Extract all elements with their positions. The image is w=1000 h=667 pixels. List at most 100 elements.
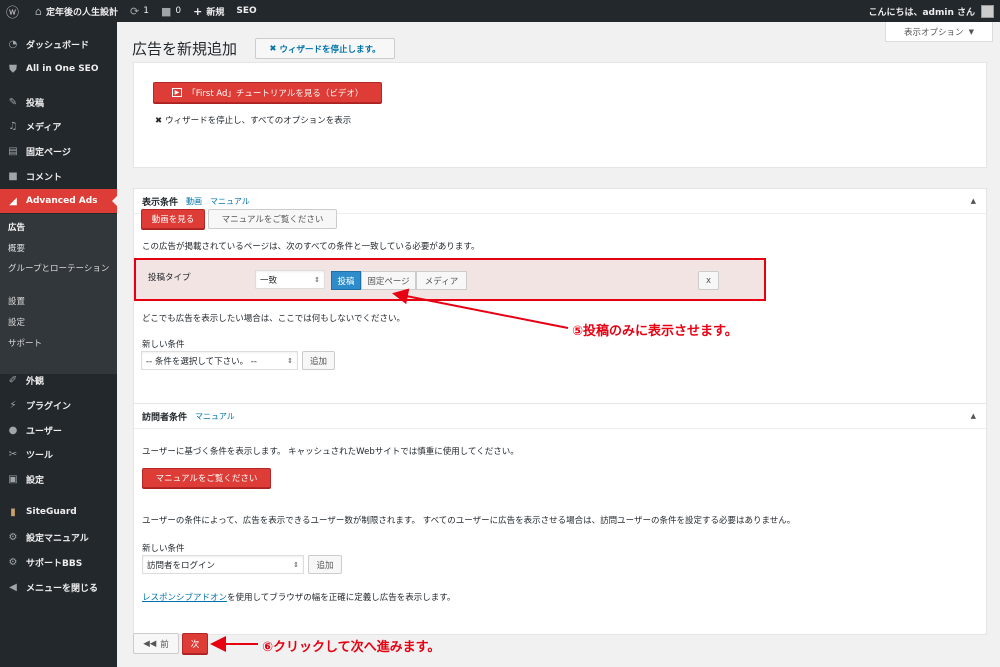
annotation-6: ⑥クリックして次へ進みます。 [262, 640, 441, 655]
stop-wizard-link[interactable]: ✖ ウィザードを停止し、すべてのオプションを表示 [155, 114, 351, 126]
comment-icon: ■ [8, 170, 18, 182]
advanced-ads-submenu: 広告 概要 グループとローテーション 設置 設定 サポート [0, 214, 117, 374]
prev-button[interactable]: ◀◀ 前 [133, 633, 179, 654]
visitor-add-button[interactable]: 追加 [308, 555, 342, 574]
sidebar-item-siteguard[interactable]: ▮ SiteGuard [0, 500, 117, 524]
sidebar-item-dashboard[interactable]: ◔ ダッシュボード [0, 32, 117, 56]
plus-icon: + [193, 4, 203, 18]
admin-bar: ⓦ ⌂ 定年後の人生設計 ⟳ 1 ■ 0 + 新規 SEO こんにちは、admin さん [0, 0, 1000, 22]
prev-arrow-icon: ◀◀ [143, 638, 157, 649]
stop-wizard-button[interactable]: ✖ ウィザードを停止します。 [255, 38, 395, 59]
avatar [981, 4, 994, 18]
manual-link[interactable]: マニュアル [210, 196, 250, 207]
annotation-5: ⑤投稿のみに表示させます。 [572, 324, 738, 339]
video-icon: ▶ [171, 88, 183, 97]
collapse-icon: ◀ [9, 581, 17, 593]
brush-icon: ✐ [8, 374, 18, 386]
siteguard-icon: ▮ [10, 506, 16, 518]
new-condition-select[interactable]: -- 条件を選択して下さい。 -- ⇕ [141, 351, 298, 370]
select-arrows-icon: ⇕ [287, 356, 293, 365]
addon-text: レスポンシブアドオンを使用してブラウザの幅を正確に定義し広告を表示します。 [142, 593, 456, 603]
page-icon: ▤ [8, 145, 18, 157]
comment-icon: ■ [160, 4, 172, 18]
select-arrows-icon: ⇕ [314, 275, 320, 284]
submenu-item-settings[interactable]: 設定 [8, 317, 113, 329]
visitor-description: ユーザーに基づく条件を表示します。 キャッシュされたWebサイトでは慎重に使用し… [142, 447, 519, 457]
toggle-up-icon[interactable]: ▲ [971, 412, 976, 420]
visitor-condition-select[interactable]: 訪問者をログイン ⇕ [142, 555, 304, 574]
visitor-conditions-box: 訪問者条件 マニュアル ▲ ユーザーに基づく条件を表示します。 キャッシュされたWe… [133, 403, 987, 635]
visitor-note: ユーザーの条件によって、広告を表示できるユーザー数が制限されます。 すべてのユー… [142, 516, 796, 526]
condition-type-label: 投稿タイプ [148, 273, 191, 283]
seo-link[interactable]: SEO [230, 0, 262, 22]
main-content: 表示オプション ▼ 広告を新規追加 ✖ ウィザードを停止します。 ▶ 「First A… [117, 22, 1000, 667]
close-icon: ✖ [269, 43, 277, 54]
display-description: この広告が掲載されているページは、次のすべての条件と一致している必要があります。 [142, 242, 480, 252]
sidebar-item-pages[interactable]: ▤ 固定ページ [0, 139, 117, 163]
wrench-icon: ✂ [8, 448, 18, 460]
sidebar-item-tools[interactable]: ✂ ツール [0, 442, 117, 466]
media-icon: ♫ [8, 120, 18, 132]
sidebar-item-advanced-ads[interactable]: ◢ Advanced Ads [0, 189, 117, 213]
visitor-manual-link[interactable]: マニュアル [195, 411, 235, 422]
select-arrows-icon: ⇕ [293, 560, 299, 569]
new-content-link[interactable]: + 新規 [187, 0, 230, 22]
plugin-icon: ⚡ [9, 399, 17, 411]
sidebar-item-comments[interactable]: ■ コメント [0, 164, 117, 188]
page-title: 広告を新規追加 [132, 40, 238, 58]
visitor-new-condition-label: 新しい条件 [142, 544, 185, 554]
type-toggle-page[interactable]: 固定ページ [361, 271, 416, 290]
close-icon: ✖ [155, 116, 163, 126]
settings-icon: ▣ [8, 473, 18, 485]
type-toggle-media[interactable]: メディア [416, 271, 467, 290]
sidebar-collapse-button[interactable]: ◀ メニューを閉じる [0, 575, 117, 599]
home-icon: ⌂ [35, 4, 42, 18]
sidebar-item-aioseo[interactable]: ⛊ All in One SEO [0, 57, 117, 81]
video-link[interactable]: 動画 [186, 196, 202, 207]
sidebar-item-media[interactable]: ♫ メディア [0, 114, 117, 138]
ads-icon: ◢ [9, 195, 17, 207]
sidebar-item-appearance[interactable]: ✐ 外観 [0, 368, 117, 392]
wp-logo-icon[interactable]: ⓦ [0, 0, 29, 22]
updates-link[interactable]: ⟳ 1 [124, 0, 155, 22]
watch-video-button[interactable]: 動画を見る [141, 209, 205, 229]
sidebar-item-posts[interactable]: ✎ 投稿 [0, 90, 117, 114]
type-toggle-post[interactable]: 投稿 [331, 271, 361, 290]
visitor-conditions-header[interactable]: 訪問者条件 マニュアル ▲ [134, 404, 986, 429]
sidebar-item-setup-manual[interactable]: ⚙ 設定マニュアル [0, 525, 117, 549]
condition-operator-select[interactable]: 一致 ⇕ [255, 270, 325, 289]
gear-icon: ⚙ [8, 556, 18, 568]
add-condition-button[interactable]: 追加 [302, 351, 335, 370]
submenu-item-ads[interactable]: 広告 [8, 222, 113, 234]
submenu-item-groups[interactable]: グループとローテーション [8, 263, 113, 275]
tutorial-box: ▶ 「First Ad」チュートリアルを見る（ビデオ） ✖ ウィザードを停止し、すべ… [133, 62, 987, 168]
site-name-link[interactable]: ⌂ 定年後の人生設計 [29, 0, 124, 22]
screen-options-button[interactable]: 表示オプション ▼ [885, 22, 993, 42]
pin-icon: ✎ [8, 96, 18, 108]
refresh-icon: ⟳ [130, 4, 140, 18]
sidebar-item-settings[interactable]: ▣ 設定 [0, 467, 117, 491]
remove-condition-button[interactable]: x [698, 271, 719, 290]
display-manual-button[interactable]: マニュアルをご覧ください [208, 209, 337, 229]
user-icon: ● [8, 424, 18, 436]
toggle-up-icon[interactable]: ▲ [971, 197, 976, 205]
next-button[interactable]: 次 [182, 633, 208, 654]
submenu-item-placements[interactable]: 設置 [8, 296, 113, 308]
submenu-item-overview[interactable]: 概要 [8, 243, 113, 255]
sidebar-item-plugins[interactable]: ⚡ プラグイン [0, 393, 117, 417]
gear-icon: ⚙ [8, 531, 18, 543]
new-condition-label: 新しい条件 [142, 340, 185, 350]
shield-icon: ⛊ [9, 63, 17, 75]
responsive-addon-link[interactable]: レスポンシブアドオン [142, 593, 227, 603]
comments-link[interactable]: ■ 0 [155, 0, 187, 22]
admin-sidebar: ◔ ダッシュボード ⛊ All in One SEO ✎ 投稿 ♫ メディア ▤ 固定ペー… [0, 22, 117, 667]
sidebar-item-support-bbs[interactable]: ⚙ サポートBBS [0, 550, 117, 574]
sidebar-item-users[interactable]: ● ユーザー [0, 418, 117, 442]
submenu-item-support[interactable]: サポート [8, 338, 113, 350]
display-note: どこでも広告を表示したい場合は、ここでは何もしないでください。 [142, 314, 405, 324]
tutorial-video-button[interactable]: ▶ 「First Ad」チュートリアルを見る（ビデオ） [153, 82, 382, 103]
visitor-manual-button[interactable]: マニュアルをご覧ください [142, 468, 271, 488]
dashboard-icon: ◔ [8, 38, 18, 50]
account-menu[interactable]: こんにちは、admin さん [868, 0, 1000, 22]
caret-down-icon: ▼ [968, 27, 974, 36]
